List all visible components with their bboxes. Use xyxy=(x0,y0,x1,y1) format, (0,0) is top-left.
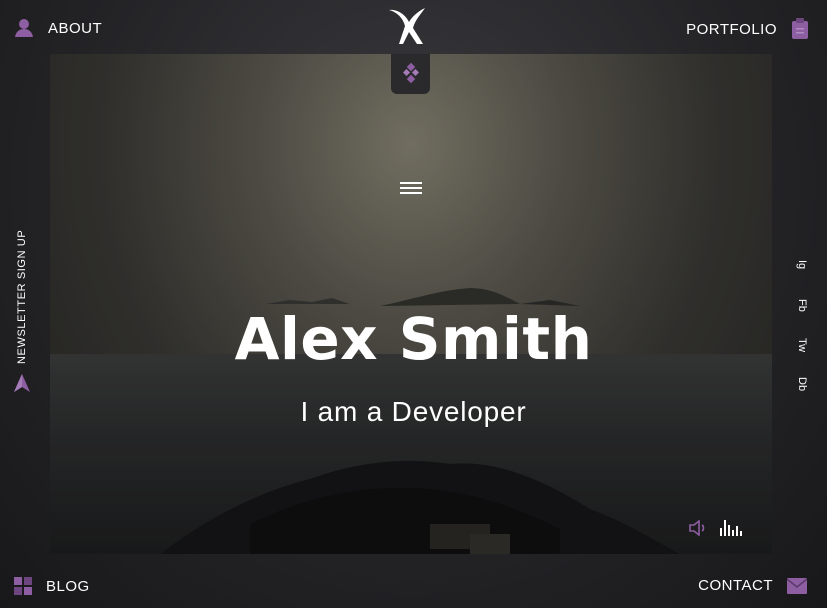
social-facebook[interactable]: Fb xyxy=(792,297,810,336)
nav-about-label: ABOUT xyxy=(48,19,103,37)
nav-portfolio-label: PORTFOLIO xyxy=(686,20,777,38)
hero-tagline: I am a Developer xyxy=(300,396,527,427)
audio-controls xyxy=(689,516,743,540)
social-dribbble[interactable]: Db xyxy=(792,375,810,414)
hero-name: Alex Smith xyxy=(234,305,593,373)
user-icon xyxy=(14,18,34,38)
menu-button[interactable] xyxy=(400,182,422,196)
mail-icon xyxy=(787,577,807,594)
logo-tab[interactable] xyxy=(391,54,430,94)
social-twitter[interactable]: Tw xyxy=(792,336,810,375)
nav-blog[interactable]: BLOG xyxy=(14,577,90,595)
equalizer-icon[interactable] xyxy=(719,516,743,540)
social-links: Ig Fb Tw Db xyxy=(792,258,810,414)
hamburger-line xyxy=(400,192,422,194)
hamburger-line xyxy=(400,182,422,184)
nav-contact[interactable]: CONTACT xyxy=(698,577,807,594)
bird-logo-icon xyxy=(389,8,425,44)
paper-plane-icon xyxy=(14,374,30,398)
diamond-dots-icon xyxy=(402,63,419,84)
site-logo[interactable] xyxy=(385,4,429,48)
clipboard-icon xyxy=(791,18,809,40)
volume-icon[interactable] xyxy=(689,519,707,540)
hero-panel xyxy=(50,54,772,554)
nav-portfolio[interactable]: PORTFOLIO xyxy=(686,18,809,40)
hamburger-line xyxy=(400,187,422,189)
nav-blog-label: BLOG xyxy=(46,577,90,595)
social-instagram[interactable]: Ig xyxy=(792,258,810,297)
nav-contact-label: CONTACT xyxy=(698,577,773,594)
nav-about[interactable]: ABOUT xyxy=(14,18,102,38)
grid-icon xyxy=(14,577,32,595)
hero-overlay xyxy=(50,54,772,554)
newsletter-signup[interactable]: NEWSLETTER SIGN UP xyxy=(14,230,30,398)
newsletter-label: NEWSLETTER SIGN UP xyxy=(16,229,28,364)
